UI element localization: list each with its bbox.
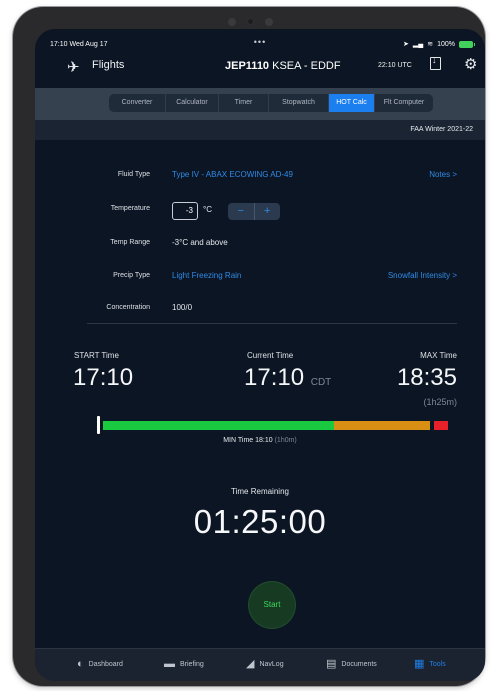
flight-id: JEP1110 (225, 60, 270, 72)
status-indicators: ➤ ▂▄ ≋ 100% (403, 40, 475, 48)
flights-button[interactable]: Flights (92, 59, 124, 71)
tab-dashboard[interactable]: ◐ Dashboard (77, 659, 123, 670)
tab-navlog-label: NavLog (259, 661, 284, 668)
timeline-orange-segment (334, 421, 430, 430)
multitask-dots[interactable]: ••• (254, 37, 266, 47)
time-remaining-label: Time Remaining (231, 487, 289, 496)
tab-tools-label: Tools (429, 661, 446, 668)
download-icon[interactable] (430, 55, 441, 70)
battery-icon (459, 40, 475, 48)
tab-dashboard-label: Dashboard (88, 661, 123, 668)
min-time-duration: (1h0m) (274, 437, 297, 444)
temp-range-row: Temp Range -3°C and above (35, 235, 485, 255)
concentration-value: 100/0 (172, 303, 193, 312)
temperature-label: Temperature (110, 205, 150, 212)
min-time-label: MIN Time 18:10 (223, 437, 273, 444)
concentration-row: Concentration 100/0 (35, 300, 485, 320)
tab-documents[interactable]: ▤ Documents (326, 659, 377, 670)
start-button[interactable]: Start (249, 582, 295, 628)
current-time-value: 17:10 (244, 364, 305, 391)
snowfall-intensity-link[interactable]: Snowfall Intensity > (388, 271, 457, 280)
timeline-start-marker (97, 416, 100, 434)
season-bar: FAA Winter 2021-22 (35, 120, 485, 140)
temperature-input[interactable]: -3 (172, 202, 198, 220)
status-bar: 17:10 Wed Aug 17 ••• ➤ ▂▄ ≋ 100% (35, 29, 485, 48)
flight-title: JEP1110 KSEA - EDDF (225, 60, 341, 72)
utc-time: 22:10 UTC (378, 62, 412, 69)
concentration-label: Concentration (106, 304, 150, 311)
notes-link[interactable]: Notes > (429, 170, 457, 179)
fluid-type-label: Fluid Type (117, 171, 150, 178)
current-time: 17:10 CDT (244, 364, 331, 392)
decrement-button[interactable]: − (228, 203, 255, 220)
bottom-tab-bar: ◐ Dashboard ▬ Briefing ◢ NavLog ▤ Docume… (35, 648, 485, 681)
tablet-frame: 17:10 Wed Aug 17 ••• ➤ ▂▄ ≋ 100% ✈ Fligh… (13, 7, 485, 686)
fluid-type-value[interactable]: Type IV - ABAX ECOWING AD-49 (172, 170, 293, 179)
status-time: 17:10 (50, 41, 68, 48)
max-time-label: MAX Time (420, 351, 457, 360)
start-time-value: 17:10 (73, 364, 134, 391)
temperature-stepper: − + (228, 203, 280, 220)
flight-route: KSEA - EDDF (272, 60, 341, 72)
temperature-row: Temperature -3 °C − + (35, 201, 485, 221)
location-icon: ➤ (403, 41, 409, 48)
precip-type-label: Precip Type (113, 272, 150, 279)
tab-documents-label: Documents (341, 661, 377, 668)
timeline-green-segment (103, 421, 334, 430)
status-date: Wed Aug 17 (69, 41, 108, 48)
tab-flt-computer[interactable]: Flt Computer (375, 94, 433, 112)
tab-tools[interactable]: ▦ Tools (414, 659, 446, 670)
tab-briefing-label: Briefing (180, 661, 204, 668)
precip-type-value[interactable]: Light Freezing Rain (172, 271, 241, 280)
current-time-zone: CDT (310, 377, 332, 388)
tools-icon: ▦ (414, 658, 425, 670)
tab-stopwatch[interactable]: Stopwatch (269, 94, 329, 112)
tab-timer[interactable]: Timer (219, 94, 269, 112)
status-clock: 17:10 Wed Aug 17 (50, 41, 108, 48)
settings-gear-icon[interactable]: ⚙ (464, 55, 477, 73)
tools-segment-row: Converter Calculator Timer Stopwatch HOT… (35, 88, 485, 120)
battery-percent: 100% (437, 40, 455, 48)
time-remaining-value: 01:25:00 (193, 503, 327, 540)
temp-range-label: Temp Range (110, 239, 150, 246)
section-divider (87, 323, 457, 324)
max-time-value: 18:35 (396, 364, 457, 391)
top-navbar: ✈ Flights JEP1110 KSEA - EDDF 22:10 UTC … (35, 48, 485, 85)
tab-hot-calc[interactable]: HOT Calc (329, 94, 375, 112)
holdover-timeline (97, 416, 450, 436)
start-time-label: START Time (74, 351, 119, 360)
temp-range-value: -3°C and above (172, 238, 228, 247)
season-label: FAA Winter 2021-22 (410, 126, 473, 133)
tab-converter[interactable]: Converter (109, 94, 166, 112)
tab-navlog[interactable]: ◢ NavLog (246, 659, 284, 670)
current-time-label: Current Time (247, 351, 294, 360)
precip-type-row[interactable]: Precip Type Light Freezing Rain Snowfall… (35, 268, 485, 288)
min-time: MIN Time 18:10 (1h0m) (35, 437, 485, 444)
dashboard-icon: ◐ (77, 658, 84, 670)
tab-briefing[interactable]: ▬ Briefing (164, 659, 204, 670)
signal-icon: ▂▄ (412, 41, 424, 48)
wifi-icon: ≋ (427, 41, 434, 48)
navlog-icon: ◢ (246, 658, 255, 670)
max-time-duration: (1h25m) (423, 397, 457, 407)
temperature-unit: °C (203, 205, 212, 214)
timeline-red-segment (434, 421, 448, 430)
documents-icon: ▤ (326, 658, 337, 670)
folder-icon: ▬ (164, 658, 175, 670)
tools-segmented-control: Converter Calculator Timer Stopwatch HOT… (109, 94, 433, 112)
increment-button[interactable]: + (255, 203, 281, 220)
tab-calculator[interactable]: Calculator (166, 94, 219, 112)
device-sensors (228, 17, 273, 26)
app-logo-icon[interactable]: ✈ (67, 58, 80, 76)
app-screen: 17:10 Wed Aug 17 ••• ➤ ▂▄ ≋ 100% ✈ Fligh… (35, 29, 485, 681)
fluid-type-row[interactable]: Fluid Type Type IV - ABAX ECOWING AD-49 … (35, 167, 485, 187)
